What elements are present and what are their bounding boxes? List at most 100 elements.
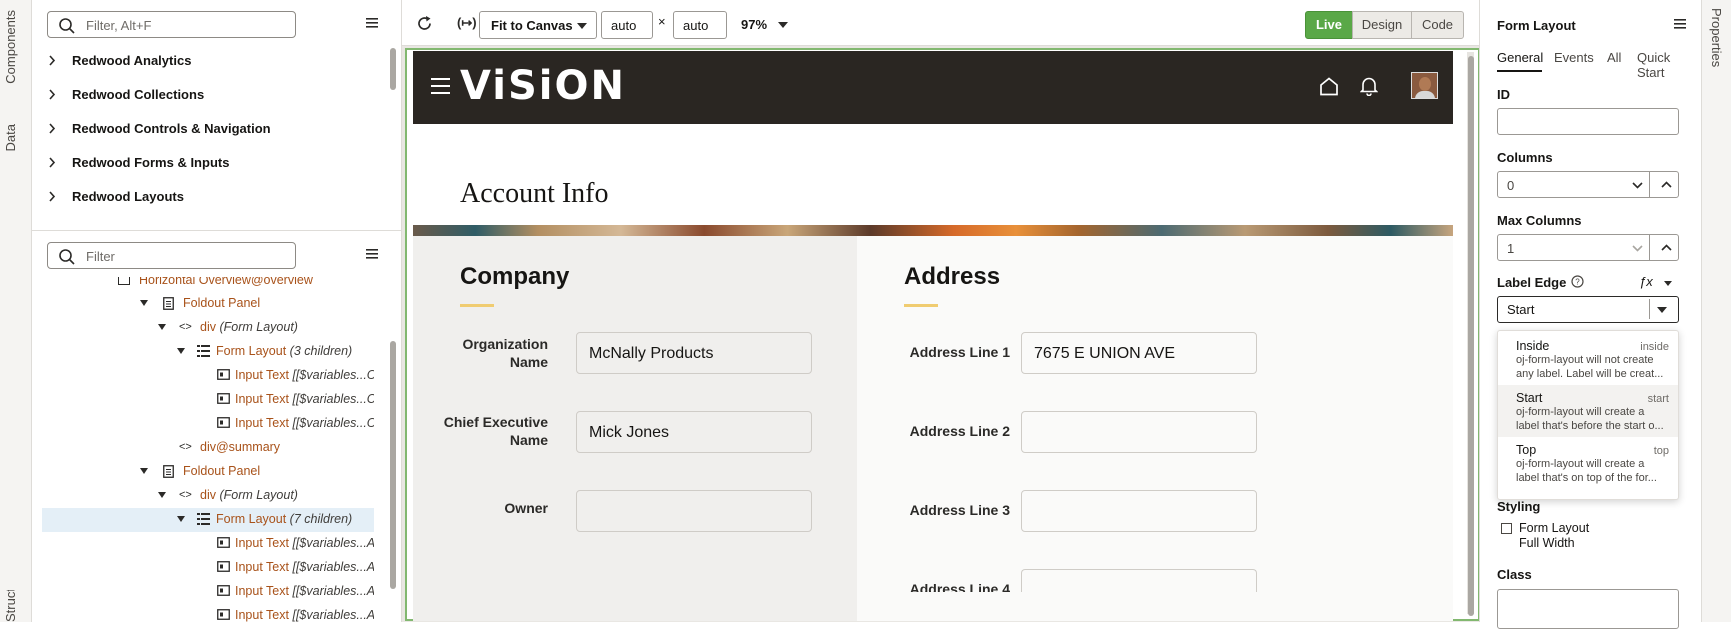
category-label: Redwood Layouts <box>72 189 184 204</box>
variables-icon[interactable]: (↦) <box>457 15 477 31</box>
form-layout-icon <box>197 513 210 525</box>
components-scrollbar[interactable] <box>390 48 396 90</box>
vision-logo: ViSiON <box>460 63 626 109</box>
option-inside[interactable]: Inside inside oj-form-layout will not cr… <box>1498 333 1678 385</box>
address-line-3-input[interactable] <box>1021 490 1257 532</box>
components-tab[interactable]: Components <box>3 10 18 84</box>
address-line-1-input[interactable]: 7675 E UNION AVE <box>1021 332 1257 374</box>
tree-row[interactable]: Input Text [[$variables...AddressL <box>42 556 374 580</box>
organization-name-input[interactable]: McNally Products <box>576 332 812 374</box>
tab-events[interactable]: Events <box>1554 50 1594 65</box>
tree-row[interactable]: Input Text [[$variables...CEOName <box>42 388 374 412</box>
caret-down-icon[interactable] <box>140 468 148 474</box>
help-icon[interactable]: ? <box>1571 275 1584 288</box>
avatar[interactable] <box>1411 72 1438 99</box>
chief-executive-name-input[interactable]: Mick Jones <box>576 411 812 453</box>
stepper-divider <box>1649 235 1650 260</box>
menu-icon[interactable] <box>366 249 378 259</box>
class-input[interactable] <box>1497 589 1679 629</box>
node-name: Input Text <box>235 392 289 406</box>
category-redwood-layouts[interactable]: Redwood Layouts <box>32 184 384 208</box>
menu-icon[interactable] <box>1674 19 1686 29</box>
tab-general[interactable]: General <box>1497 50 1543 65</box>
width-input[interactable]: auto <box>601 11 653 39</box>
node-note: (7 children) <box>289 512 353 526</box>
columns-label: Columns <box>1497 150 1553 165</box>
address-line-4-input[interactable] <box>1021 569 1257 594</box>
tree-row[interactable]: <> div (Form Layout) <box>42 484 374 508</box>
tree-row[interactable]: Input Text [[$variables...AddressL <box>42 532 374 556</box>
decrement-icon[interactable] <box>1632 182 1643 189</box>
company-heading: Company <box>460 263 570 290</box>
tree-row[interactable]: Foldout Panel <box>42 460 374 484</box>
caret-down-icon[interactable] <box>177 516 185 522</box>
height-value: auto <box>683 18 709 33</box>
caret-down-icon[interactable] <box>177 348 185 354</box>
tree-row[interactable]: Foldout Panel <box>42 292 374 316</box>
caret-down-icon[interactable] <box>1657 307 1667 313</box>
label-edge-select[interactable]: Start <box>1497 296 1679 323</box>
id-input[interactable] <box>1497 108 1679 135</box>
tree-row[interactable]: Input Text [[$variables...AddressL <box>42 580 374 604</box>
caret-down-icon[interactable] <box>158 324 166 330</box>
node-name: Form Layout <box>216 512 287 526</box>
refresh-icon[interactable] <box>416 15 433 32</box>
caret-down-icon[interactable] <box>1664 281 1672 286</box>
home-icon[interactable] <box>1319 77 1339 96</box>
caret-down-icon[interactable] <box>140 300 148 306</box>
heading-underline <box>460 304 494 307</box>
components-search[interactable]: Filter, Alt+F <box>47 11 296 38</box>
panel-icon <box>118 277 130 285</box>
tree-row[interactable]: Horizontal Overview@overview <box>42 277 374 293</box>
label-edge-value: Start <box>1507 302 1535 317</box>
max-columns-input[interactable]: 1 <box>1497 234 1679 261</box>
caret-down-icon[interactable] <box>158 492 166 498</box>
address-line-2-input[interactable] <box>1021 411 1257 453</box>
structure-scrollbar[interactable] <box>390 341 396 589</box>
option-top[interactable]: Top top oj-form-layout will create a lab… <box>1498 437 1678 489</box>
bell-icon[interactable] <box>1360 76 1378 96</box>
owner-input[interactable] <box>576 490 812 532</box>
tree-row[interactable]: Input Text [[$variables...OwnerNa <box>42 412 374 436</box>
decrement-icon[interactable] <box>1632 245 1643 252</box>
full-width-checkbox[interactable] <box>1501 523 1512 534</box>
category-redwood-analytics[interactable]: Redwood Analytics <box>32 48 384 72</box>
category-redwood-controls-navigation[interactable]: Redwood Controls & Navigation <box>32 116 384 140</box>
live-mode-button[interactable]: Live <box>1305 11 1353 39</box>
option-start[interactable]: Start start oj-form-layout will create a… <box>1498 385 1678 437</box>
category-redwood-collections[interactable]: Redwood Collections <box>32 82 384 106</box>
code-mode-button[interactable]: Code <box>1411 11 1464 39</box>
design-mode-button[interactable]: Design <box>1352 11 1412 39</box>
tab-all[interactable]: All <box>1607 50 1621 65</box>
tree-row[interactable]: Input Text [[$variables...AddressL <box>42 604 374 623</box>
input-text-icon <box>217 393 230 404</box>
zoom-select[interactable]: 97% <box>738 11 790 39</box>
tree-row[interactable]: Input Text [[$variables...Organiza <box>42 364 374 388</box>
full-width-label-line1: Form Layout <box>1519 521 1590 535</box>
columns-input[interactable]: 0 <box>1497 171 1679 198</box>
category-redwood-forms-inputs[interactable]: Redwood Forms & Inputs <box>32 150 384 174</box>
tree-row-selected[interactable]: Form Layout (7 children) <box>42 508 374 532</box>
company-section: Company Organization Name McNally Produc… <box>413 236 857 621</box>
select-divider <box>1649 299 1650 319</box>
avatar-shoulders <box>1415 91 1435 98</box>
tree-row[interactable]: <> div@summary <box>42 436 374 460</box>
tab-quick-start[interactable]: Quick Start <box>1637 50 1701 80</box>
option-desc: oj-form-layout will not create <box>1516 354 1654 366</box>
fx-button[interactable]: ƒx <box>1639 274 1653 289</box>
tree-row[interactable]: <> div (Form Layout) <box>42 316 374 340</box>
increment-icon[interactable] <box>1661 244 1672 251</box>
code-icon: <> <box>179 489 192 501</box>
menu-icon[interactable] <box>366 18 378 28</box>
structure-tab[interactable]: Structure <box>3 590 18 622</box>
properties-tab[interactable]: Properties <box>1709 8 1724 67</box>
tree-row[interactable]: Form Layout (3 children) <box>42 340 374 364</box>
height-input[interactable]: auto <box>673 11 727 39</box>
structure-filter[interactable]: Filter <box>47 242 296 269</box>
canvas-scrollbar[interactable] <box>1468 56 1474 616</box>
avatar-face <box>1419 77 1431 91</box>
fit-to-canvas-select[interactable]: Fit to Canvas <box>479 11 597 39</box>
hamburger-icon[interactable] <box>431 78 450 94</box>
data-tab[interactable]: Data <box>3 124 18 151</box>
increment-icon[interactable] <box>1661 181 1672 188</box>
